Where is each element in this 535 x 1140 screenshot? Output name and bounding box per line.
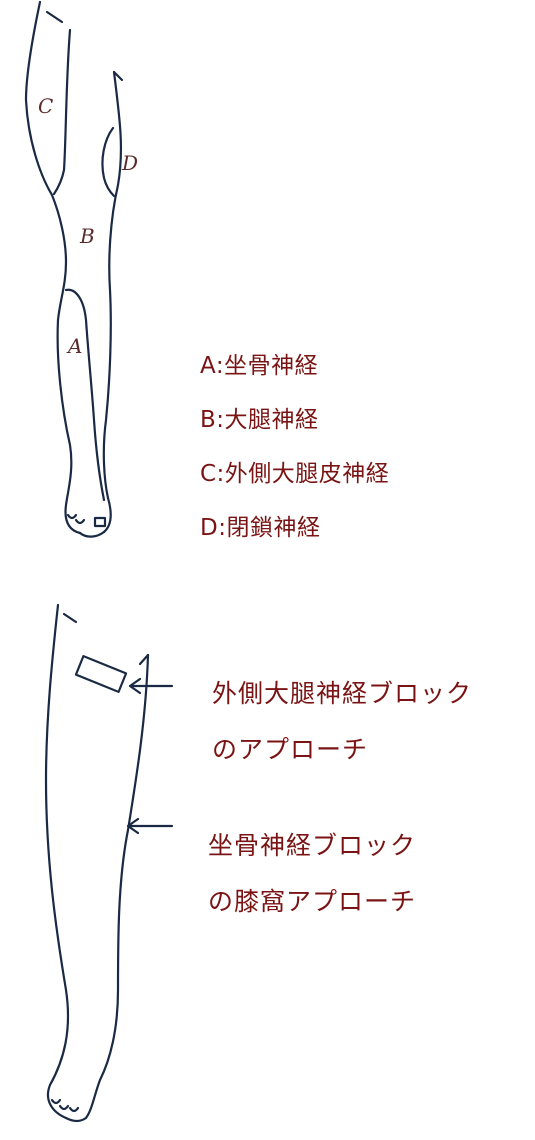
- legend-item-b: B:大腿神経: [200, 407, 319, 433]
- zone-label-d: D: [121, 151, 138, 175]
- legend-item-a: A:坐骨神経: [200, 353, 319, 379]
- zone-label-c: C: [38, 94, 53, 118]
- lateral-femoral-block-site: [74, 655, 128, 693]
- callout-arrows: [126, 677, 174, 835]
- top-foot-toes: [66, 513, 107, 528]
- callout-lateral-femoral-line2: のアプローチ: [212, 735, 369, 764]
- top-leg-outline: [24, 0, 124, 538]
- legend-item-d: D:閉鎖神経: [200, 515, 321, 541]
- zone-label-b: B: [79, 224, 95, 248]
- callout-popliteal-line2: の膝窩アプローチ: [208, 887, 417, 916]
- arrow-popliteal: [126, 817, 174, 835]
- callout-lateral-femoral-line1: 外側大腿神経ブロック: [212, 679, 473, 708]
- top-leg-zone-labels: C D B A: [38, 94, 138, 358]
- zone-label-a: A: [66, 334, 82, 358]
- bottom-foot-toes: [50, 1098, 80, 1113]
- illustration-page: C D B A A:坐骨神経 B:大腿神経 C:外側大腿皮神経 D:閉鎖神経 外…: [0, 0, 535, 1140]
- arrow-lateral-femoral: [128, 677, 174, 695]
- callout-popliteal-line1: 坐骨神経ブロック: [208, 831, 417, 860]
- leg-nerve-zone-drawing: C D B A: [24, 0, 174, 1123]
- legend-item-c: C:外側大腿皮神経: [200, 461, 390, 487]
